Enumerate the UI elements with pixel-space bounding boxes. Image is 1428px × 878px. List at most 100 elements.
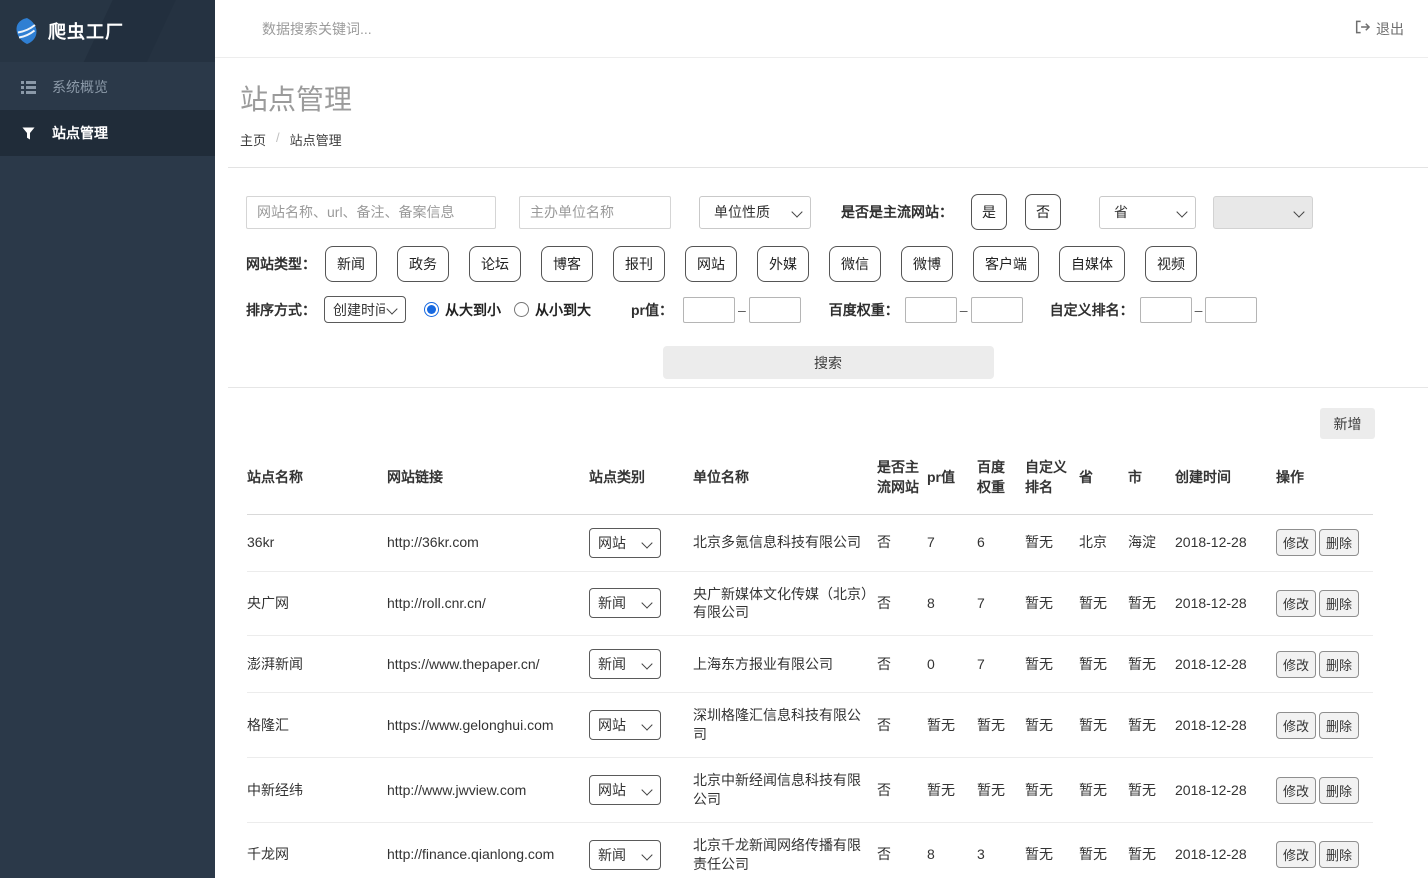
global-search-input[interactable] — [262, 21, 582, 37]
cell-site-url: http://www.jwview.com — [387, 768, 589, 813]
cell-company: 上海东方报业有限公司 — [693, 642, 877, 687]
edit-button[interactable]: 修改 — [1276, 529, 1316, 556]
site-type-button[interactable]: 论坛 — [469, 246, 521, 282]
logo-icon — [14, 17, 38, 45]
site-type-button[interactable]: 报刊 — [613, 246, 665, 282]
site-type-button[interactable]: 网站 — [685, 246, 737, 282]
search-button[interactable]: 搜索 — [663, 346, 994, 379]
pr-min-input[interactable] — [683, 297, 735, 323]
row-category-select[interactable]: 新闻 — [589, 649, 661, 679]
site-type-button[interactable]: 政务 — [397, 246, 449, 282]
col-header: 站点名称 — [247, 449, 387, 503]
baidu-min-input[interactable] — [905, 297, 957, 323]
delete-button[interactable]: 删除 — [1319, 777, 1359, 804]
edit-button[interactable]: 修改 — [1276, 651, 1316, 678]
rank-label: 自定义排名： — [1050, 300, 1134, 320]
cell-rank: 暂无 — [1025, 642, 1079, 687]
sidebar-item-label: 系统概览 — [52, 77, 108, 97]
baidu-max-input[interactable] — [971, 297, 1023, 323]
sidebar-item-overview[interactable]: 系统概览 — [0, 64, 215, 110]
cell-mainstream: 否 — [877, 642, 927, 687]
delete-button[interactable]: 删除 — [1319, 712, 1359, 739]
cell-created: 2018-12-28 — [1175, 581, 1276, 626]
page-title: 站点管理 — [240, 78, 1428, 118]
cell-baidu: 暂无 — [977, 768, 1025, 813]
logout-button[interactable]: 退出 — [1355, 19, 1404, 39]
site-type-button[interactable]: 博客 — [541, 246, 593, 282]
cell-company: 央广新媒体文化传媒（北京）有限公司 — [693, 572, 877, 636]
mainstream-no-button[interactable]: 否 — [1025, 194, 1061, 230]
org-name-input[interactable] — [519, 196, 671, 229]
cell-rank: 暂无 — [1025, 768, 1079, 813]
city-select[interactable] — [1213, 196, 1313, 229]
filter-row-2: 网站类型： 新闻 政务 论坛 博客 报刊 网站 外媒 微信 微博 客户端 自媒体… — [246, 246, 1410, 282]
org-type-select[interactable]: 单位性质 — [699, 196, 811, 229]
site-type-button[interactable]: 微信 — [829, 246, 881, 282]
site-type-button[interactable]: 外媒 — [757, 246, 809, 282]
cell-city: 暂无 — [1128, 703, 1175, 748]
delete-button[interactable]: 删除 — [1319, 651, 1359, 678]
cell-province: 暂无 — [1079, 581, 1128, 626]
main-area: 退出 站点管理 主页 / 站点管理 单位性质 是否是主流网站： 是 — [215, 0, 1428, 878]
cell-baidu: 7 — [977, 581, 1025, 626]
cell-mainstream: 否 — [877, 703, 927, 748]
edit-button[interactable]: 修改 — [1276, 590, 1316, 617]
sites-table: 站点名称 网站链接 站点类别 单位名称 是否主流网站 pr值 百度权重 自定义排… — [247, 439, 1373, 878]
row-category-select[interactable]: 网站 — [589, 528, 661, 558]
rank-min-input[interactable] — [1140, 297, 1192, 323]
row-category-select[interactable]: 新闻 — [589, 588, 661, 618]
row-category-select[interactable]: 新闻 — [589, 840, 661, 870]
cell-pr: 暂无 — [927, 703, 977, 748]
delete-button[interactable]: 删除 — [1319, 590, 1359, 617]
site-type-button[interactable]: 视频 — [1145, 246, 1197, 282]
table-row: 澎湃新闻 https://www.thepaper.cn/ 新闻 上海东方报业有… — [247, 636, 1373, 693]
site-type-button[interactable]: 自媒体 — [1059, 246, 1125, 282]
col-header: 网站链接 — [387, 449, 589, 503]
cell-province: 暂无 — [1079, 703, 1128, 748]
site-type-button[interactable]: 微博 — [901, 246, 953, 282]
sidebar-item-sites[interactable]: 站点管理 — [0, 110, 215, 156]
cell-pr: 7 — [927, 520, 977, 565]
site-info-input[interactable] — [246, 196, 496, 229]
baidu-label: 百度权重： — [829, 300, 899, 320]
cell-baidu: 暂无 — [977, 703, 1025, 748]
col-header: 自定义排名 — [1025, 439, 1079, 514]
province-select[interactable]: 省 — [1099, 196, 1196, 229]
brand-name: 爬虫工厂 — [48, 18, 124, 44]
cell-city: 暂无 — [1128, 642, 1175, 687]
row-category-select[interactable]: 网站 — [589, 710, 661, 740]
mainstream-yes-button[interactable]: 是 — [971, 194, 1007, 230]
rank-max-input[interactable] — [1205, 297, 1257, 323]
sort-field-select[interactable]: 创建时间 — [324, 296, 406, 323]
cell-city: 暂无 — [1128, 768, 1175, 813]
col-header: pr值 — [927, 449, 977, 503]
pr-max-input[interactable] — [749, 297, 801, 323]
sort-desc-radio[interactable]: 从大到小 — [424, 300, 501, 320]
cell-created: 2018-12-28 — [1175, 768, 1276, 813]
col-header: 市 — [1128, 449, 1175, 503]
col-header: 是否主流网站 — [877, 439, 927, 514]
cell-site-url: http://36kr.com — [387, 520, 589, 565]
delete-button[interactable]: 删除 — [1319, 529, 1359, 556]
row-category-select[interactable]: 网站 — [589, 775, 661, 805]
add-site-button[interactable]: 新增 — [1320, 408, 1375, 439]
sidebar: 爬虫工厂 系统概览 站点管理 — [0, 0, 215, 878]
cell-created: 2018-12-28 — [1175, 520, 1276, 565]
sort-asc-radio[interactable]: 从小到大 — [514, 300, 591, 320]
edit-button[interactable]: 修改 — [1276, 841, 1316, 868]
mainstream-label: 是否是主流网站： — [841, 202, 953, 222]
breadcrumb-home[interactable]: 主页 — [240, 130, 266, 149]
table-body: 36kr http://36kr.com 网站 北京多氪信息科技有限公司 否 7… — [247, 515, 1373, 878]
cell-site-name: 央广网 — [247, 581, 387, 626]
edit-button[interactable]: 修改 — [1276, 777, 1316, 804]
edit-button[interactable]: 修改 — [1276, 712, 1316, 739]
breadcrumb-current: 站点管理 — [290, 130, 342, 149]
site-type-button[interactable]: 客户端 — [973, 246, 1039, 282]
table-row: 格隆汇 https://www.gelonghui.com 网站 深圳格隆汇信息… — [247, 693, 1373, 758]
sort-desc-label: 从大到小 — [445, 300, 501, 320]
sign-out-icon — [1355, 20, 1370, 37]
site-type-button[interactable]: 新闻 — [325, 246, 377, 282]
delete-button[interactable]: 删除 — [1319, 841, 1359, 868]
site-type-label: 网站类型： — [246, 254, 316, 274]
table-row: 36kr http://36kr.com 网站 北京多氪信息科技有限公司 否 7… — [247, 515, 1373, 572]
